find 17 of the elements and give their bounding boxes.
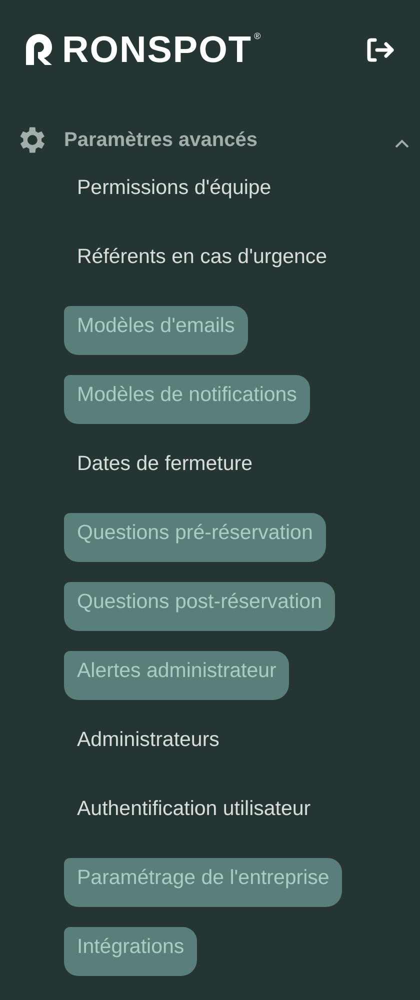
menu-item[interactable]: Paramétrage de l'entreprise — [64, 858, 342, 907]
menu-item[interactable]: Alertes administrateur — [64, 651, 290, 700]
menu-item[interactable]: Dates de fermeture — [64, 444, 266, 493]
section-title[interactable]: Paramètres avancés — [64, 128, 394, 152]
menu-item[interactable]: Questions post-réservation — [64, 582, 335, 631]
menu-item[interactable]: Référents en cas d'urgence — [64, 237, 340, 286]
logo-text: RONSPOT — [62, 31, 252, 69]
menu-item[interactable]: Administrateurs — [64, 720, 232, 769]
menu-item[interactable]: Modèles d'emails — [64, 306, 248, 355]
menu-item[interactable]: Permissions d'équipe — [64, 168, 284, 217]
menu-item[interactable]: Authentification utilisateur — [64, 789, 324, 838]
menu-item[interactable]: Modèles de notifications — [64, 375, 310, 424]
menu-item[interactable]: Questions pré-réservation — [64, 513, 326, 562]
logout-button[interactable] — [366, 37, 396, 63]
menu-item[interactable]: Intégrations — [64, 927, 198, 976]
chevron-up-icon[interactable] — [394, 138, 410, 150]
registered-mark: ® — [254, 31, 261, 41]
